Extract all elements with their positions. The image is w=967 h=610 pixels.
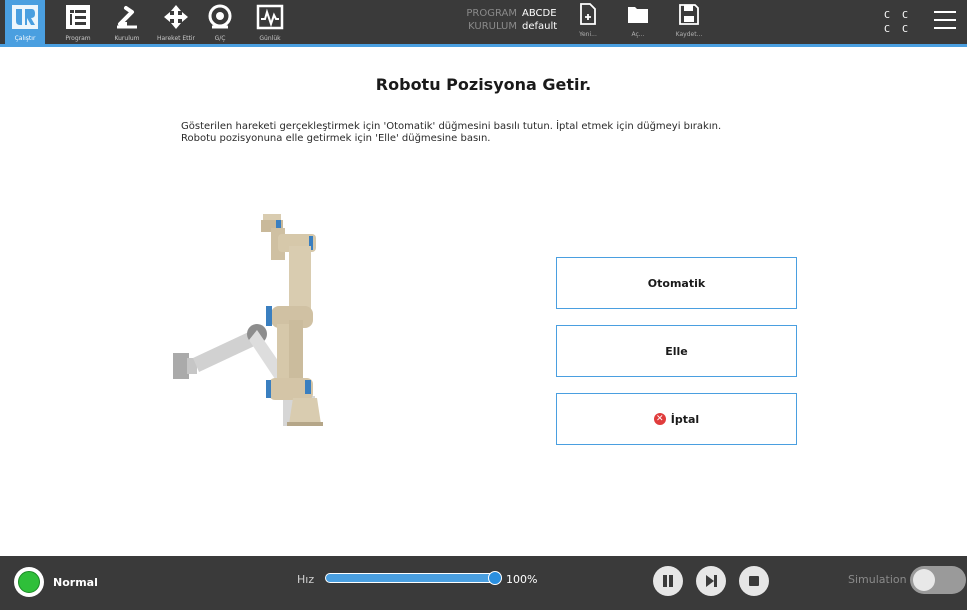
cancel-button[interactable]: ✕ İptal: [556, 393, 797, 445]
bottom-bar: Normal Hız 100% Simulation: [0, 556, 967, 610]
app-root: Çalıştır Program Kurulum Hareket Ettir G…: [0, 0, 967, 610]
program-icon: [66, 5, 90, 29]
move-icon: [164, 5, 188, 29]
pause-icon: [663, 575, 673, 587]
nav-installation-label: Kurulum: [114, 35, 140, 42]
instructions: Gösterilen hareketi gerçekleştirmek için…: [181, 121, 721, 145]
auto-move-label: Otomatik: [647, 276, 706, 290]
speed-slider-handle[interactable]: [488, 571, 502, 585]
program-info-values: ABCDE default: [522, 7, 557, 33]
simulation-label: Simulation: [848, 573, 907, 586]
installation-icon: [117, 6, 137, 29]
cancel-icon: ✕: [653, 413, 666, 425]
simulation-toggle-knob: [913, 569, 935, 591]
nav-installation[interactable]: Kurulum: [106, 0, 148, 44]
new-file-icon: [580, 3, 596, 25]
installation-name: default: [522, 21, 558, 32]
save-file-label: Kaydet...: [675, 31, 703, 38]
auto-move-button[interactable]: Otomatik: [556, 257, 797, 309]
nav-io-label: G/Ç: [214, 35, 226, 42]
nav-move[interactable]: Hareket Ettir: [151, 0, 201, 44]
robot-arm-illustration: [173, 214, 323, 426]
nav-run-label: Çalıştır: [14, 35, 36, 42]
nav-move-label: Hareket Ettir: [156, 35, 196, 42]
nav-program-label: Program: [65, 35, 91, 42]
manual-move-button[interactable]: Elle: [556, 325, 797, 377]
top-bar: Çalıştır Program Kurulum Hareket Ettir G…: [0, 0, 967, 47]
save-file-button[interactable]: Kaydet...: [672, 3, 706, 38]
new-file-label: Yeni...: [579, 31, 597, 38]
cancel-label: İptal: [670, 412, 700, 426]
hamburger-menu-icon[interactable]: [934, 11, 956, 31]
current-pose-arm: [261, 214, 323, 426]
step-button[interactable]: [696, 566, 726, 596]
instruction-line-1: Gösterilen hareketi gerçekleştirmek için…: [181, 121, 722, 132]
speed-label: Hız: [297, 573, 315, 586]
nav-log-label: Günlük: [259, 35, 281, 42]
speed-value: 100%: [506, 573, 538, 586]
page-title: Robotu Pozisyona Getir.: [375, 75, 592, 94]
program-label: PROGRAM: [466, 8, 517, 19]
nav-io[interactable]: G/Ç: [205, 0, 235, 44]
pause-button[interactable]: [653, 566, 683, 596]
stop-button[interactable]: [739, 566, 769, 596]
cc-indicator: C C C C: [884, 9, 911, 37]
nav-run[interactable]: Çalıştır: [5, 0, 45, 44]
cc-line-1: C C: [884, 10, 912, 21]
speed-slider[interactable]: [325, 573, 497, 583]
program-name: ABCDE: [522, 8, 557, 19]
log-icon: [256, 4, 284, 30]
step-icon: [706, 575, 717, 587]
robot-status: Normal: [53, 576, 98, 589]
new-file-button[interactable]: Yeni...: [576, 3, 600, 38]
folder-icon: [628, 7, 648, 23]
io-icon: [208, 4, 232, 29]
instruction-line-2: Robotu pozisyonuna elle getirmek için 'E…: [181, 133, 491, 144]
program-info-labels: PROGRAM KURULUM: [455, 7, 517, 33]
nav-log[interactable]: Günlük: [254, 0, 286, 44]
cc-line-2: C C: [884, 24, 912, 35]
open-file-label: Aç...: [631, 31, 645, 38]
open-file-button[interactable]: Aç...: [626, 3, 650, 38]
ur-logo-icon: [12, 5, 38, 29]
status-indicator-icon[interactable]: [14, 567, 44, 597]
installation-label: KURULUM: [468, 21, 517, 32]
nav-program[interactable]: Program: [52, 0, 104, 44]
stop-icon: [749, 576, 759, 586]
manual-move-label: Elle: [665, 344, 688, 358]
save-icon: [679, 4, 699, 25]
simulation-toggle[interactable]: [910, 566, 966, 594]
